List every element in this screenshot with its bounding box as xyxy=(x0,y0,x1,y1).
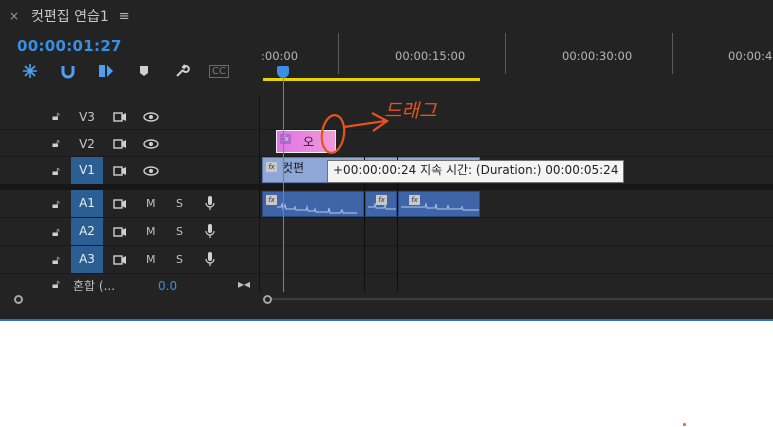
ruler-tick xyxy=(505,33,506,74)
mute-button[interactable]: M xyxy=(146,253,156,266)
insert-nested-icon[interactable] xyxy=(95,60,117,82)
sequence-title: 컷편집 연습1 xyxy=(31,9,109,25)
playhead-timecode[interactable]: 00:00:01:27 xyxy=(17,37,122,55)
ruler-tick xyxy=(338,33,339,74)
fx-badge: fx xyxy=(280,134,291,144)
clip-a1-audio[interactable]: fx xyxy=(398,191,480,217)
panel-menu-icon[interactable]: ≡ xyxy=(119,9,130,24)
audio-waveform xyxy=(277,201,357,214)
solo-button[interactable]: S xyxy=(176,197,183,210)
lock-icon[interactable]: 🔓︎ xyxy=(52,253,60,268)
sync-lock-icon[interactable] xyxy=(113,112,127,122)
captions-label: CC xyxy=(209,64,229,78)
clip-v2-graphic[interactable]: fx 오 xyxy=(276,130,336,153)
sync-lock-icon[interactable] xyxy=(113,199,127,209)
timeline-toolbar: CC xyxy=(18,60,232,82)
trim-duration-tooltip: +00:00:00:24 지속 시간: (Duration:) 00:00:05… xyxy=(327,160,625,183)
stray-dot xyxy=(683,423,686,426)
lock-icon[interactable]: 🔓︎ xyxy=(52,164,60,179)
fx-badge: fx xyxy=(266,162,277,172)
lock-icon[interactable]: 🔓︎ xyxy=(52,225,60,240)
panel-bottom-border xyxy=(0,319,773,321)
eye-icon[interactable] xyxy=(143,166,159,176)
playhead-line[interactable] xyxy=(283,78,284,292)
scroll-handle-left[interactable] xyxy=(14,295,23,304)
captions-icon[interactable]: CC xyxy=(208,60,230,82)
horizontal-scrollbar[interactable] xyxy=(272,298,773,300)
audio-waveform xyxy=(368,201,396,210)
mute-button[interactable]: M xyxy=(146,225,156,238)
snap-icon[interactable] xyxy=(19,60,41,82)
track-name-a2[interactable]: A2 xyxy=(71,218,103,245)
mute-button[interactable]: M xyxy=(146,197,156,210)
zoom-scroll-handle[interactable] xyxy=(263,295,272,304)
lock-icon[interactable]: 🔓︎ xyxy=(52,109,60,124)
sync-lock-icon[interactable] xyxy=(113,139,127,149)
clip-label: 컷편 xyxy=(282,161,305,175)
track-name-v1[interactable]: V1 xyxy=(71,157,103,184)
mix-track-label: 혼합 (... xyxy=(73,279,116,293)
ruler-label: :00:00 xyxy=(261,49,299,63)
go-to-end-icon[interactable]: ▸◂ xyxy=(238,277,250,291)
solo-button[interactable]: S xyxy=(176,225,183,238)
ruler-label: 00:00:45 xyxy=(728,49,773,63)
track-name-a1[interactable]: A1 xyxy=(71,190,103,217)
ruler-tick xyxy=(672,33,673,74)
work-area-bar[interactable] xyxy=(263,78,480,81)
track-name-a3[interactable]: A3 xyxy=(71,246,103,273)
sync-lock-icon[interactable] xyxy=(113,166,127,176)
clip-label: 오 xyxy=(303,135,315,149)
track-header-a3[interactable]: 🔓︎ A3 M S xyxy=(0,246,773,274)
clip-a1-audio[interactable]: fx xyxy=(262,191,364,217)
wrench-settings-icon[interactable] xyxy=(171,60,193,82)
microphone-icon[interactable] xyxy=(205,196,215,210)
sequence-tab[interactable]: × 컷편집 연습1 ≡ xyxy=(0,0,130,32)
solo-button[interactable]: S xyxy=(176,253,183,266)
track-header-v2[interactable]: 🔓︎ V2 xyxy=(0,130,773,157)
eye-icon[interactable] xyxy=(143,139,159,149)
lock-icon[interactable]: 🔓︎ xyxy=(52,197,60,212)
sync-lock-icon[interactable] xyxy=(113,255,127,265)
mix-volume-value[interactable]: 0.0 xyxy=(158,279,177,293)
track-name-v3[interactable]: V3 xyxy=(71,108,103,126)
track-header-a2[interactable]: 🔓︎ A2 M S xyxy=(0,218,773,246)
microphone-icon[interactable] xyxy=(205,224,215,238)
track-header-v3[interactable]: 🔓︎ V3 xyxy=(0,103,773,130)
add-marker-icon[interactable] xyxy=(133,60,155,82)
sync-lock-icon[interactable] xyxy=(113,227,127,237)
linked-selection-icon[interactable] xyxy=(57,60,79,82)
lock-icon[interactable]: 🔓︎ xyxy=(52,136,60,151)
ruler-label: 00:00:15:00 xyxy=(395,49,466,63)
clip-a1-audio[interactable]: fx xyxy=(365,191,397,217)
timeline-panel: × 컷편집 연습1 ≡ 00:00:01:27 CC :00:00 00:00:… xyxy=(0,0,773,321)
close-tab-icon[interactable]: × xyxy=(9,9,23,23)
playhead-handle[interactable] xyxy=(277,66,289,78)
header-separator xyxy=(259,96,260,292)
microphone-icon[interactable] xyxy=(205,252,215,266)
mix-track-header[interactable]: 🔓︎ 혼합 (... 0.0 ▸◂ xyxy=(0,274,259,293)
ruler-label: 00:00:30:00 xyxy=(562,49,633,63)
audio-waveform xyxy=(401,201,479,211)
track-name-v2[interactable]: V2 xyxy=(71,135,103,153)
eye-icon[interactable] xyxy=(143,112,159,122)
lock-icon[interactable]: 🔓︎ xyxy=(52,277,60,292)
